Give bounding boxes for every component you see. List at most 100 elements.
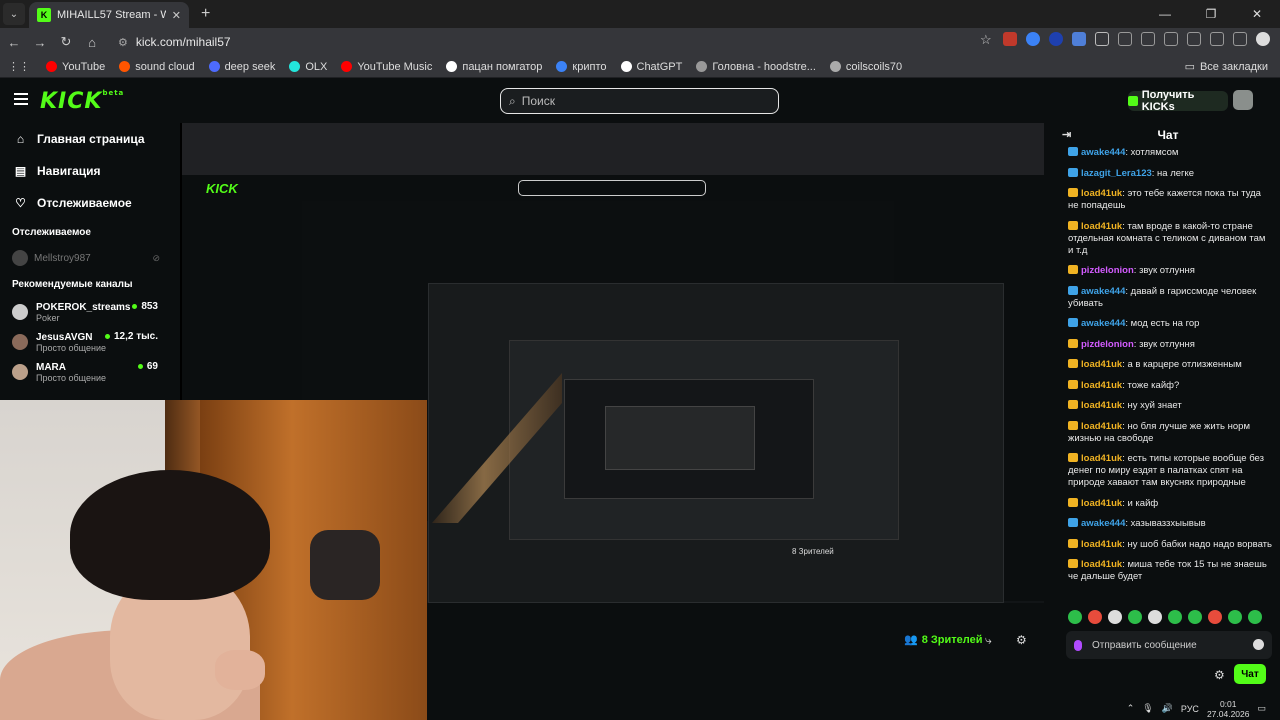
- chat-username[interactable]: pizdelonion: [1081, 265, 1134, 276]
- maximize-button[interactable]: ❐: [1188, 0, 1234, 28]
- tray-arrow-icon[interactable]: ⌃: [1127, 703, 1135, 714]
- home-browser-icon[interactable]: ⌂: [80, 35, 104, 50]
- chat-username[interactable]: load41uk: [1081, 221, 1122, 232]
- extension-misc4-icon[interactable]: [1187, 32, 1201, 46]
- bookmark-item[interactable]: ChatGPT: [620, 61, 682, 73]
- emote-7-icon[interactable]: [1188, 610, 1202, 624]
- bookmark-item[interactable]: sound cloud: [119, 61, 195, 73]
- chat-message[interactable]: load41uk: есть типы которые вообще без д…: [1068, 453, 1272, 489]
- mic-tray-icon[interactable]: 🎙: [1142, 703, 1153, 714]
- browser-tab[interactable]: K MIHAILL57 Stream - Watch Live ✕: [29, 2, 189, 28]
- chat-username[interactable]: lazagit_Lera123: [1081, 168, 1152, 179]
- chat-message[interactable]: pizdelonion: звук отлуння: [1068, 265, 1272, 277]
- new-tab-button[interactable]: +: [201, 5, 210, 23]
- extension-misc2-icon[interactable]: [1141, 32, 1155, 46]
- chat-message[interactable]: load41uk: но бля лучше же жить норм жизн…: [1068, 420, 1272, 445]
- emoji-picker-icon[interactable]: [1253, 639, 1264, 650]
- forward-icon[interactable]: →: [28, 35, 52, 50]
- chat-username[interactable]: pizdelonion: [1081, 339, 1134, 350]
- menu-icon[interactable]: [1233, 32, 1247, 46]
- extension-translate-icon[interactable]: [1072, 32, 1086, 46]
- minimize-button[interactable]: —: [1142, 0, 1188, 28]
- emote-6-icon[interactable]: [1168, 610, 1182, 624]
- chat-message[interactable]: load41uk: а в карцере отлизженным: [1068, 359, 1272, 371]
- chat-message[interactable]: load41uk: миша тебе ток 15 ты не знаешь …: [1068, 559, 1272, 583]
- chat-message[interactable]: pizdelonion: звук отлуння: [1068, 338, 1272, 351]
- sidebar-item-channel[interactable]: MARA Просто общение 69: [0, 357, 180, 387]
- emote-4-icon[interactable]: [1128, 610, 1142, 624]
- close-window-button[interactable]: ✕: [1234, 0, 1280, 28]
- chat-message[interactable]: load41uk: и кайф: [1068, 497, 1272, 510]
- apps-grid-icon[interactable]: ⋮⋮: [8, 60, 30, 73]
- chat-username[interactable]: load41uk: [1081, 359, 1122, 370]
- chat-username[interactable]: awake444: [1081, 518, 1125, 529]
- profile-icon[interactable]: [1256, 32, 1270, 46]
- bookmark-item[interactable]: YouTube Music: [341, 61, 432, 73]
- chat-message[interactable]: awake444: хотлямсом: [1068, 147, 1272, 159]
- extension-misc1-icon[interactable]: [1118, 32, 1132, 46]
- chat-username[interactable]: load41uk: [1081, 421, 1122, 432]
- avatar[interactable]: [1233, 90, 1253, 110]
- collapse-chat-icon[interactable]: ⇥: [1062, 128, 1071, 141]
- chat-message[interactable]: awake444: мод есть на гор: [1068, 318, 1272, 330]
- chat-username[interactable]: load41uk: [1081, 188, 1122, 199]
- bookmark-item[interactable]: YouTube: [46, 61, 105, 73]
- reload-icon[interactable]: ↻: [54, 34, 78, 50]
- emote-5-icon[interactable]: [1148, 610, 1162, 624]
- share-icon[interactable]: ⤷: [985, 633, 992, 648]
- chat-username[interactable]: load41uk: [1081, 400, 1122, 411]
- chat-message[interactable]: load41uk: это тебе кажется пока ты туда …: [1068, 188, 1272, 212]
- sidebar-item-following[interactable]: Mellstroy987 ⊘: [0, 245, 180, 271]
- chat-message[interactable]: load41uk: тоже кайф?: [1068, 379, 1272, 392]
- extension-red-icon[interactable]: [1003, 32, 1017, 46]
- chat-username[interactable]: load41uk: [1081, 380, 1122, 391]
- get-kicks-button[interactable]: Получить KICKs: [1128, 89, 1228, 113]
- sidebar-item-nav[interactable]: ⌂ Главная страница: [0, 123, 180, 155]
- chat-username[interactable]: awake444: [1081, 318, 1125, 329]
- emote-2-icon[interactable]: [1088, 610, 1102, 624]
- bookmark-star-icon[interactable]: ☆: [980, 32, 994, 47]
- chat-username[interactable]: load41uk: [1081, 453, 1122, 464]
- extension-blue2-icon[interactable]: [1049, 32, 1063, 46]
- mic-icon[interactable]: [1074, 639, 1082, 651]
- sidebar-item-channel[interactable]: POKEROK_streams Poker 853: [0, 297, 180, 327]
- chat-username[interactable]: awake444: [1081, 147, 1125, 158]
- emote-1-icon[interactable]: [1068, 610, 1082, 624]
- chat-messages[interactable]: awake444: хотлямсом lazagit_Lera123: на л…: [1056, 147, 1280, 607]
- chat-username[interactable]: load41uk: [1081, 539, 1122, 550]
- site-info-icon[interactable]: ⚙: [118, 36, 128, 49]
- emote-9-icon[interactable]: [1228, 610, 1242, 624]
- bookmark-item[interactable]: крипто: [556, 61, 607, 73]
- chat-message[interactable]: awake444: хазываззхыывыв: [1068, 518, 1272, 530]
- language-indicator[interactable]: РУС: [1181, 704, 1199, 714]
- emote-8-icon[interactable]: [1208, 610, 1222, 624]
- emote-10-icon[interactable]: [1248, 610, 1262, 624]
- chat-message[interactable]: lazagit_Lera123: на легке: [1068, 167, 1272, 180]
- chat-username[interactable]: load41uk: [1081, 498, 1122, 509]
- chat-username[interactable]: load41uk: [1081, 559, 1122, 570]
- search-input[interactable]: ⌕ Поиск: [500, 88, 779, 114]
- volume-icon[interactable]: 🔊: [1162, 703, 1173, 714]
- clock[interactable]: 0:01 27.04.2026: [1207, 699, 1250, 719]
- extensions-puzzle-icon[interactable]: [1095, 32, 1109, 46]
- bookmark-item[interactable]: Головна - hoodstre...: [696, 61, 816, 73]
- chat-message[interactable]: load41uk: ну шоб бабки надо надо ворвать: [1068, 538, 1272, 551]
- send-chat-button[interactable]: Чат: [1234, 664, 1266, 684]
- kick-logo[interactable]: KICKbeta: [40, 89, 124, 114]
- chat-message[interactable]: load41uk: ну хуй знает: [1068, 400, 1272, 412]
- bookmark-item[interactable]: deep seek: [208, 61, 275, 73]
- chat-username[interactable]: awake444: [1081, 286, 1125, 297]
- url-field[interactable]: ⚙ kick.com/mihail57: [112, 31, 912, 53]
- tab-search-menu[interactable]: ⌄: [3, 3, 25, 25]
- sidebar-item-nav[interactable]: ▤ Навигация: [0, 155, 180, 187]
- back-icon[interactable]: ←: [2, 35, 26, 50]
- sidebar-item-channel[interactable]: JesusAVGN Просто общение 12,2 тыс.: [0, 327, 180, 357]
- profile-settings-icon[interactable]: ⚙: [1016, 633, 1027, 647]
- all-bookmarks[interactable]: ▭ Все закладки: [1185, 60, 1268, 74]
- bookmark-item[interactable]: OLX: [289, 61, 327, 73]
- bookmark-item[interactable]: пацан помгатор: [446, 61, 542, 73]
- extension-misc3-icon[interactable]: [1164, 32, 1178, 46]
- bookmark-item[interactable]: coilscoils70: [829, 61, 902, 73]
- chat-message[interactable]: load41uk: там вроде в какой-то стране от…: [1068, 220, 1272, 257]
- chat-message-input[interactable]: Отправить сообщение: [1066, 631, 1272, 659]
